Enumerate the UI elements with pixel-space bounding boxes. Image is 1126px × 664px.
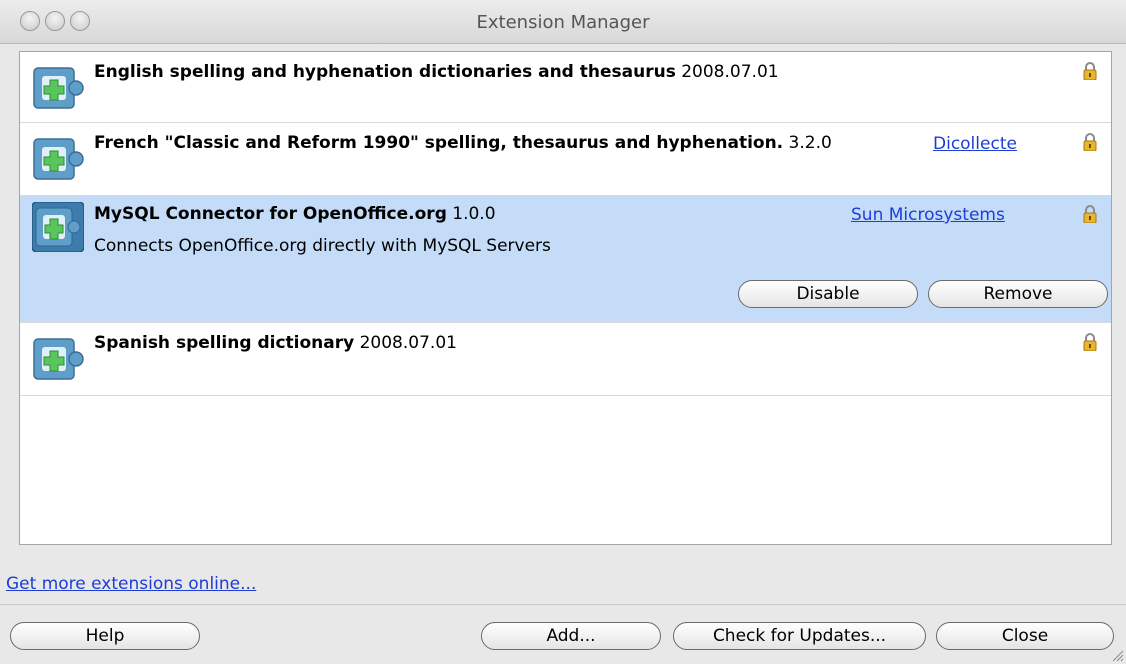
extension-row-selected[interactable]: MySQL Connector for OpenOffice.org 1.0.0… (20, 196, 1111, 323)
extension-title: Spanish spelling dictionary 2008.07.01 (94, 333, 457, 353)
extension-version: 2008.07.01 (681, 62, 779, 82)
check-for-updates-button[interactable]: Check for Updates... (673, 622, 926, 650)
resize-grip-icon[interactable] (1110, 648, 1124, 662)
lock-icon (1083, 133, 1097, 151)
extension-row[interactable]: French "Classic and Reform 1990" spellin… (20, 123, 1111, 196)
divider (0, 604, 1126, 605)
title-bar[interactable]: Extension Manager (0, 0, 1126, 44)
extension-title: MySQL Connector for OpenOffice.org 1.0.0 (94, 204, 496, 224)
publisher-link[interactable]: Dicollecte (933, 134, 1017, 154)
lock-icon (1083, 205, 1097, 223)
window-title: Extension Manager (476, 12, 650, 33)
extension-version: 2008.07.01 (359, 333, 457, 353)
extension-name: English spelling and hyphenation diction… (94, 62, 676, 82)
extension-title: French "Classic and Reform 1990" spellin… (94, 133, 832, 153)
puzzle-icon (32, 202, 84, 252)
extension-manager-window: Extension Manager English spelling and h… (0, 0, 1126, 664)
close-button[interactable]: Close (936, 622, 1114, 650)
add-button[interactable]: Add... (481, 622, 661, 650)
extension-description: Connects OpenOffice.org directly with My… (94, 236, 551, 256)
extension-name: MySQL Connector for OpenOffice.org (94, 204, 447, 224)
puzzle-icon (33, 67, 84, 109)
remove-button[interactable]: Remove (928, 280, 1108, 308)
puzzle-icon (33, 338, 84, 380)
extension-version: 1.0.0 (452, 204, 496, 224)
lock-icon (1083, 62, 1097, 80)
extension-name: Spanish spelling dictionary (94, 333, 355, 353)
extension-row[interactable]: English spelling and hyphenation diction… (20, 52, 1111, 123)
extension-title: English spelling and hyphenation diction… (94, 62, 779, 82)
publisher-link[interactable]: Sun Microsystems (851, 205, 1005, 225)
lock-icon (1083, 333, 1097, 351)
extension-list[interactable]: English spelling and hyphenation diction… (19, 51, 1112, 545)
disable-button[interactable]: Disable (738, 280, 918, 308)
extension-row[interactable]: Spanish spelling dictionary 2008.07.01 (20, 323, 1111, 396)
extension-name: French "Classic and Reform 1990" spellin… (94, 133, 784, 153)
help-button[interactable]: Help (10, 622, 200, 650)
get-more-extensions-link[interactable]: Get more extensions online... (6, 574, 256, 594)
extension-version: 3.2.0 (788, 133, 832, 153)
puzzle-icon (33, 138, 84, 180)
